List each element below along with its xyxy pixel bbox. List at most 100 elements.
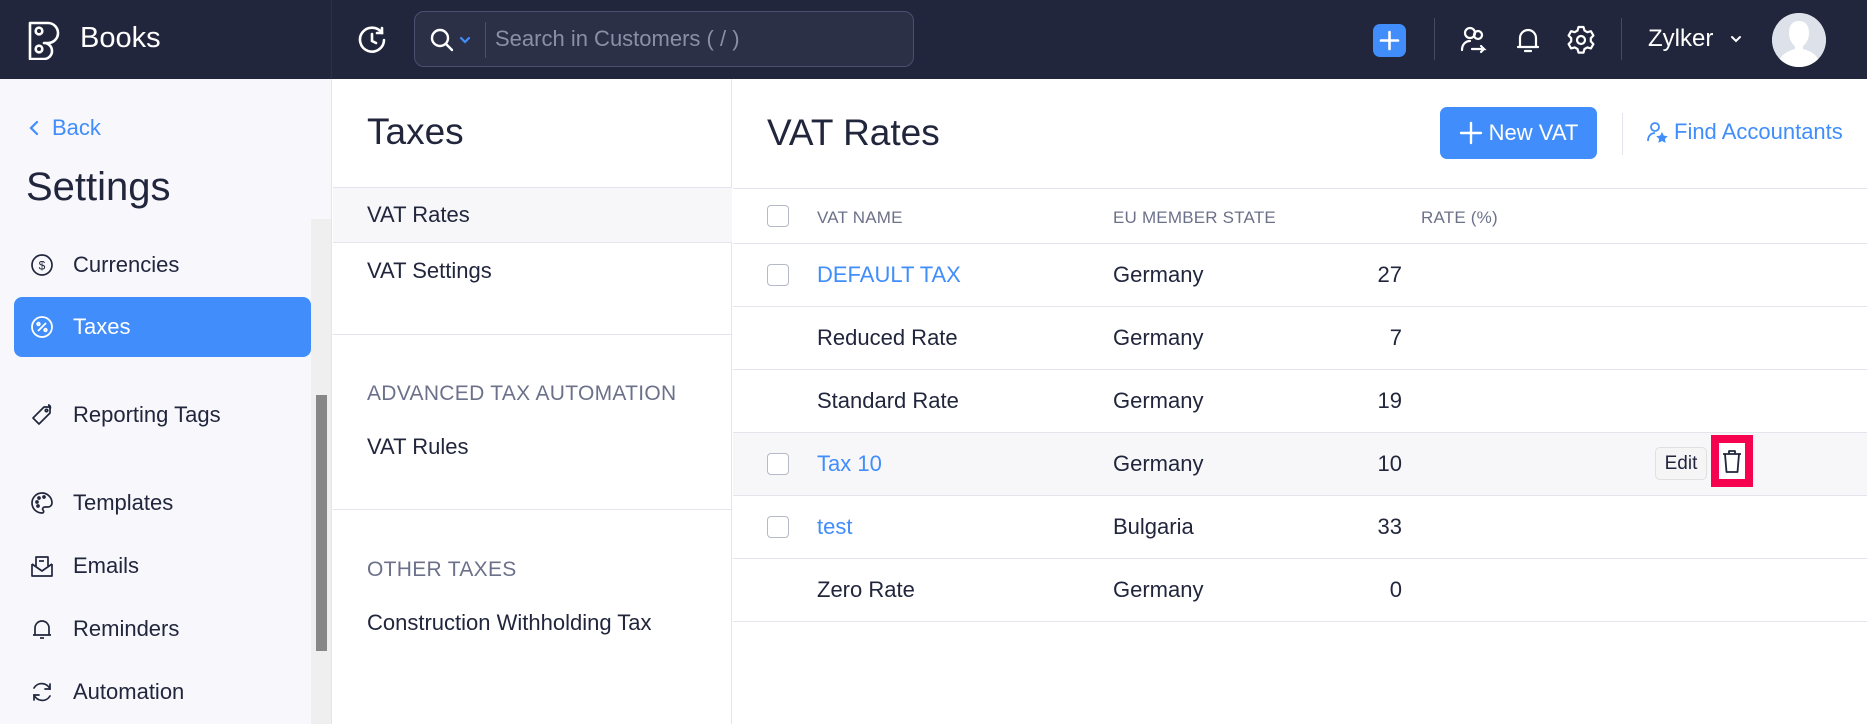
eu-member-state: Germany [1113, 451, 1204, 476]
eu-member-state: Bulgaria [1113, 514, 1194, 539]
section-heading-advanced-tax-automation: ADVANCED TAX AUTOMATION [367, 382, 677, 405]
chevron-down-icon[interactable] [1730, 34, 1742, 44]
vat-name-link[interactable]: test [817, 514, 852, 540]
tax-percent-icon [31, 316, 53, 338]
sidebar-item-templates[interactable]: Templates [14, 473, 311, 533]
find-accountants-link[interactable]: Find Accountants [1646, 119, 1843, 145]
vat-rate: 27 [1377, 262, 1402, 287]
subnav-divider [333, 334, 732, 335]
vat-rate: 0 [1389, 577, 1402, 602]
sidebar-item-reporting-tags[interactable]: Reporting Tags [14, 385, 311, 445]
vat-rate: 7 [1389, 325, 1402, 350]
sidebar-item-label: Emails [73, 553, 140, 578]
table-row[interactable]: Standard Rate Germany 19 [733, 370, 1867, 433]
new-vat-button[interactable]: New VAT [1440, 107, 1597, 159]
brand[interactable]: Books [0, 0, 332, 79]
sidebar-item-reminders[interactable]: Reminders [14, 599, 311, 659]
sidebar-item-label: Taxes [73, 314, 131, 339]
eu-member-state: Germany [1113, 388, 1204, 413]
settings-gear-icon[interactable] [1565, 24, 1597, 56]
recent-activity-icon[interactable] [356, 24, 388, 56]
new-vat-label: New VAT [1488, 120, 1579, 145]
page-title: VAT Rates [767, 112, 940, 153]
trash-icon [1723, 450, 1741, 473]
section-heading-other-taxes: OTHER TAXES [367, 558, 517, 581]
books-logo-icon [28, 21, 60, 60]
select-all-checkbox[interactable] [767, 205, 789, 227]
row-checkbox[interactable] [767, 453, 789, 475]
referral-users-icon[interactable] [1458, 24, 1490, 56]
bell-icon [33, 620, 51, 639]
search-icon[interactable] [429, 27, 455, 53]
table-row[interactable]: DEFAULT TAX Germany 27 [733, 244, 1867, 307]
sidebar-item-taxes[interactable]: Taxes [14, 297, 311, 357]
subnav-item-vat-rules[interactable]: VAT Rules [333, 419, 732, 475]
chevron-left-icon [29, 120, 39, 136]
vat-name-link[interactable]: Tax 10 [817, 451, 882, 477]
search-divider [485, 22, 486, 58]
sidebar-item-emails[interactable]: Emails [14, 536, 311, 596]
top-bar: Books Zylker [0, 0, 1867, 79]
subnav-title: Taxes [367, 111, 464, 152]
sidebar-scrollbar-thumb[interactable] [316, 395, 327, 651]
eu-member-state: Germany [1113, 262, 1204, 287]
vat-name: Reduced Rate [817, 325, 958, 350]
sidebar-item-currencies[interactable]: $ Currencies [14, 235, 311, 295]
column-header-rate[interactable]: RATE (%) [1421, 208, 1498, 228]
currency-icon: $ [31, 254, 53, 276]
eu-member-state: Germany [1113, 577, 1204, 602]
subnav-item-construction-withholding-tax[interactable]: Construction Withholding Tax [333, 595, 732, 651]
plus-icon [1459, 121, 1482, 145]
column-header-eu-member-state[interactable]: EU MEMBER STATE [1113, 208, 1276, 228]
sidebar-item-label: Reporting Tags [73, 402, 221, 427]
table-row[interactable]: Tax 10 Germany 10 Edit [733, 433, 1867, 496]
sidebar-item-label: Reminders [73, 616, 180, 641]
tag-icon [32, 404, 52, 425]
vat-rates-table: VAT NAME EU MEMBER STATE RATE (%) DEFAUL… [733, 188, 1867, 622]
vat-name: Standard Rate [817, 388, 959, 413]
table-row[interactable]: Zero Rate Germany 0 [733, 559, 1867, 622]
vat-rate: 33 [1377, 514, 1402, 539]
taxes-subnav: Taxes VAT Rates VAT Settings ADVANCED TA… [333, 79, 732, 724]
sidebar-item-label: Automation [73, 679, 185, 704]
table-header: VAT NAME EU MEMBER STATE RATE (%) [733, 188, 1867, 244]
row-checkbox[interactable] [767, 516, 789, 538]
table-body: DEFAULT TAX Germany 27 Reduced Rate Germ… [733, 244, 1867, 622]
user-avatar[interactable] [1772, 13, 1826, 67]
palette-icon [31, 492, 53, 514]
vat-name: Zero Rate [817, 577, 915, 602]
organization-switcher[interactable]: Zylker [1648, 25, 1713, 53]
settings-sidebar: Back Settings $ Currencies Taxes Reporti… [0, 79, 332, 724]
vat-name-link[interactable]: DEFAULT TAX [817, 262, 961, 288]
edit-button[interactable]: Edit [1655, 447, 1707, 480]
global-search [414, 11, 914, 67]
search-input[interactable] [495, 20, 895, 58]
sidebar-item-automation[interactable]: Automation [14, 662, 311, 722]
find-accountants-label: Find Accountants [1674, 119, 1843, 144]
search-scope-dropdown-icon[interactable] [459, 34, 471, 46]
accountant-icon [1647, 122, 1668, 143]
header-divider [1622, 113, 1623, 155]
table-row[interactable]: Reduced Rate Germany 7 [733, 307, 1867, 370]
vat-rate: 19 [1377, 388, 1402, 413]
row-checkbox[interactable] [767, 264, 789, 286]
vat-rate: 10 [1377, 451, 1402, 476]
back-label: Back [52, 115, 101, 140]
sidebar-item-label: Templates [73, 490, 174, 515]
table-row[interactable]: test Bulgaria 33 [733, 496, 1867, 559]
notifications-bell-icon[interactable] [1512, 24, 1544, 56]
email-icon [31, 556, 53, 577]
back-link[interactable]: Back [28, 115, 101, 141]
subnav-divider [333, 509, 732, 510]
subnav-item-vat-settings[interactable]: VAT Settings [333, 243, 732, 299]
toolbar-divider [1621, 18, 1622, 60]
svg-text:$: $ [39, 259, 46, 273]
delete-button[interactable] [1711, 435, 1753, 487]
column-header-vat-name[interactable]: VAT NAME [817, 208, 903, 228]
sidebar-item-label: Currencies [73, 252, 180, 277]
plus-icon [1379, 30, 1400, 51]
subnav-item-vat-rates[interactable]: VAT Rates [333, 187, 732, 243]
refresh-icon [33, 682, 51, 702]
user-silhouette-icon [1772, 13, 1826, 67]
quick-create-button[interactable] [1373, 24, 1406, 57]
